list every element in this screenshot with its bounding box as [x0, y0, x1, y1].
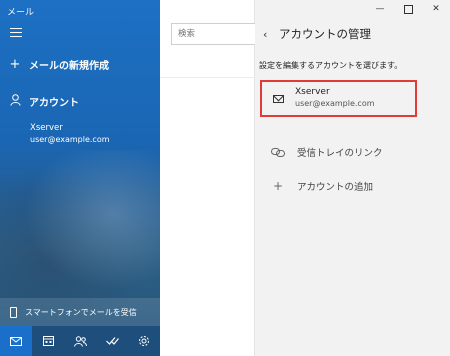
accounts-button[interactable]: アカウント [9, 94, 79, 109]
accounts-label: アカウント [29, 98, 79, 109]
sidebar-account-name[interactable]: Xserver [30, 123, 63, 133]
link-inboxes-button[interactable]: 受信トレイのリンク [271, 145, 383, 159]
manage-accounts-panel: — ✕ ‹ アカウントの管理 設定を編集するアカウントを選びます。 Xserve… [255, 0, 450, 356]
todo-icon[interactable] [96, 326, 128, 356]
calendar-icon[interactable] [32, 326, 64, 356]
plus-icon: + [272, 179, 284, 193]
add-account-button[interactable]: + アカウントの追加 [271, 179, 373, 193]
back-icon[interactable]: ‹ [263, 28, 267, 41]
close-icon[interactable]: ✕ [422, 0, 450, 18]
link-inboxes-label: 受信トレイのリンク [297, 148, 383, 159]
divider [160, 77, 255, 78]
hamburger-menu-icon[interactable] [10, 28, 22, 38]
account-item-xserver[interactable]: Xserver user@example.com [260, 80, 417, 117]
search-input[interactable] [171, 23, 261, 45]
message-list-pane [160, 0, 261, 356]
account-email: user@example.com [295, 99, 375, 108]
add-account-label: アカウントの追加 [297, 182, 374, 193]
new-mail-button[interactable]: + メールの新規作成 [9, 57, 109, 72]
link-icon [271, 147, 285, 157]
mail-icon[interactable] [0, 326, 32, 356]
get-mail-on-phone-button[interactable]: スマートフォンでメールを受信 [0, 298, 160, 326]
mail-icon [273, 95, 284, 103]
plus-icon: + [9, 57, 21, 72]
maximize-icon[interactable] [394, 0, 422, 18]
app-title: メール [7, 8, 35, 18]
window-controls: — ✕ [366, 0, 450, 18]
minimize-icon[interactable]: — [366, 0, 394, 18]
background-image [0, 150, 160, 310]
panel-hint: 設定を編集するアカウントを選びます。 [259, 61, 403, 70]
sidebar-account-email[interactable]: user@example.com [30, 135, 110, 144]
person-icon [9, 94, 21, 109]
panel-title: アカウントの管理 [279, 27, 371, 41]
phone-icon [10, 306, 17, 318]
people-icon[interactable] [64, 326, 96, 356]
bottom-app-bar [0, 326, 160, 356]
new-mail-label: メールの新規作成 [29, 61, 109, 72]
navigation-pane: メール + メールの新規作成 アカウント Xserver user@exampl… [0, 0, 160, 356]
account-name: Xserver [295, 87, 330, 97]
settings-icon[interactable] [128, 326, 160, 356]
phone-label: スマートフォンでメールを受信 [25, 307, 137, 317]
